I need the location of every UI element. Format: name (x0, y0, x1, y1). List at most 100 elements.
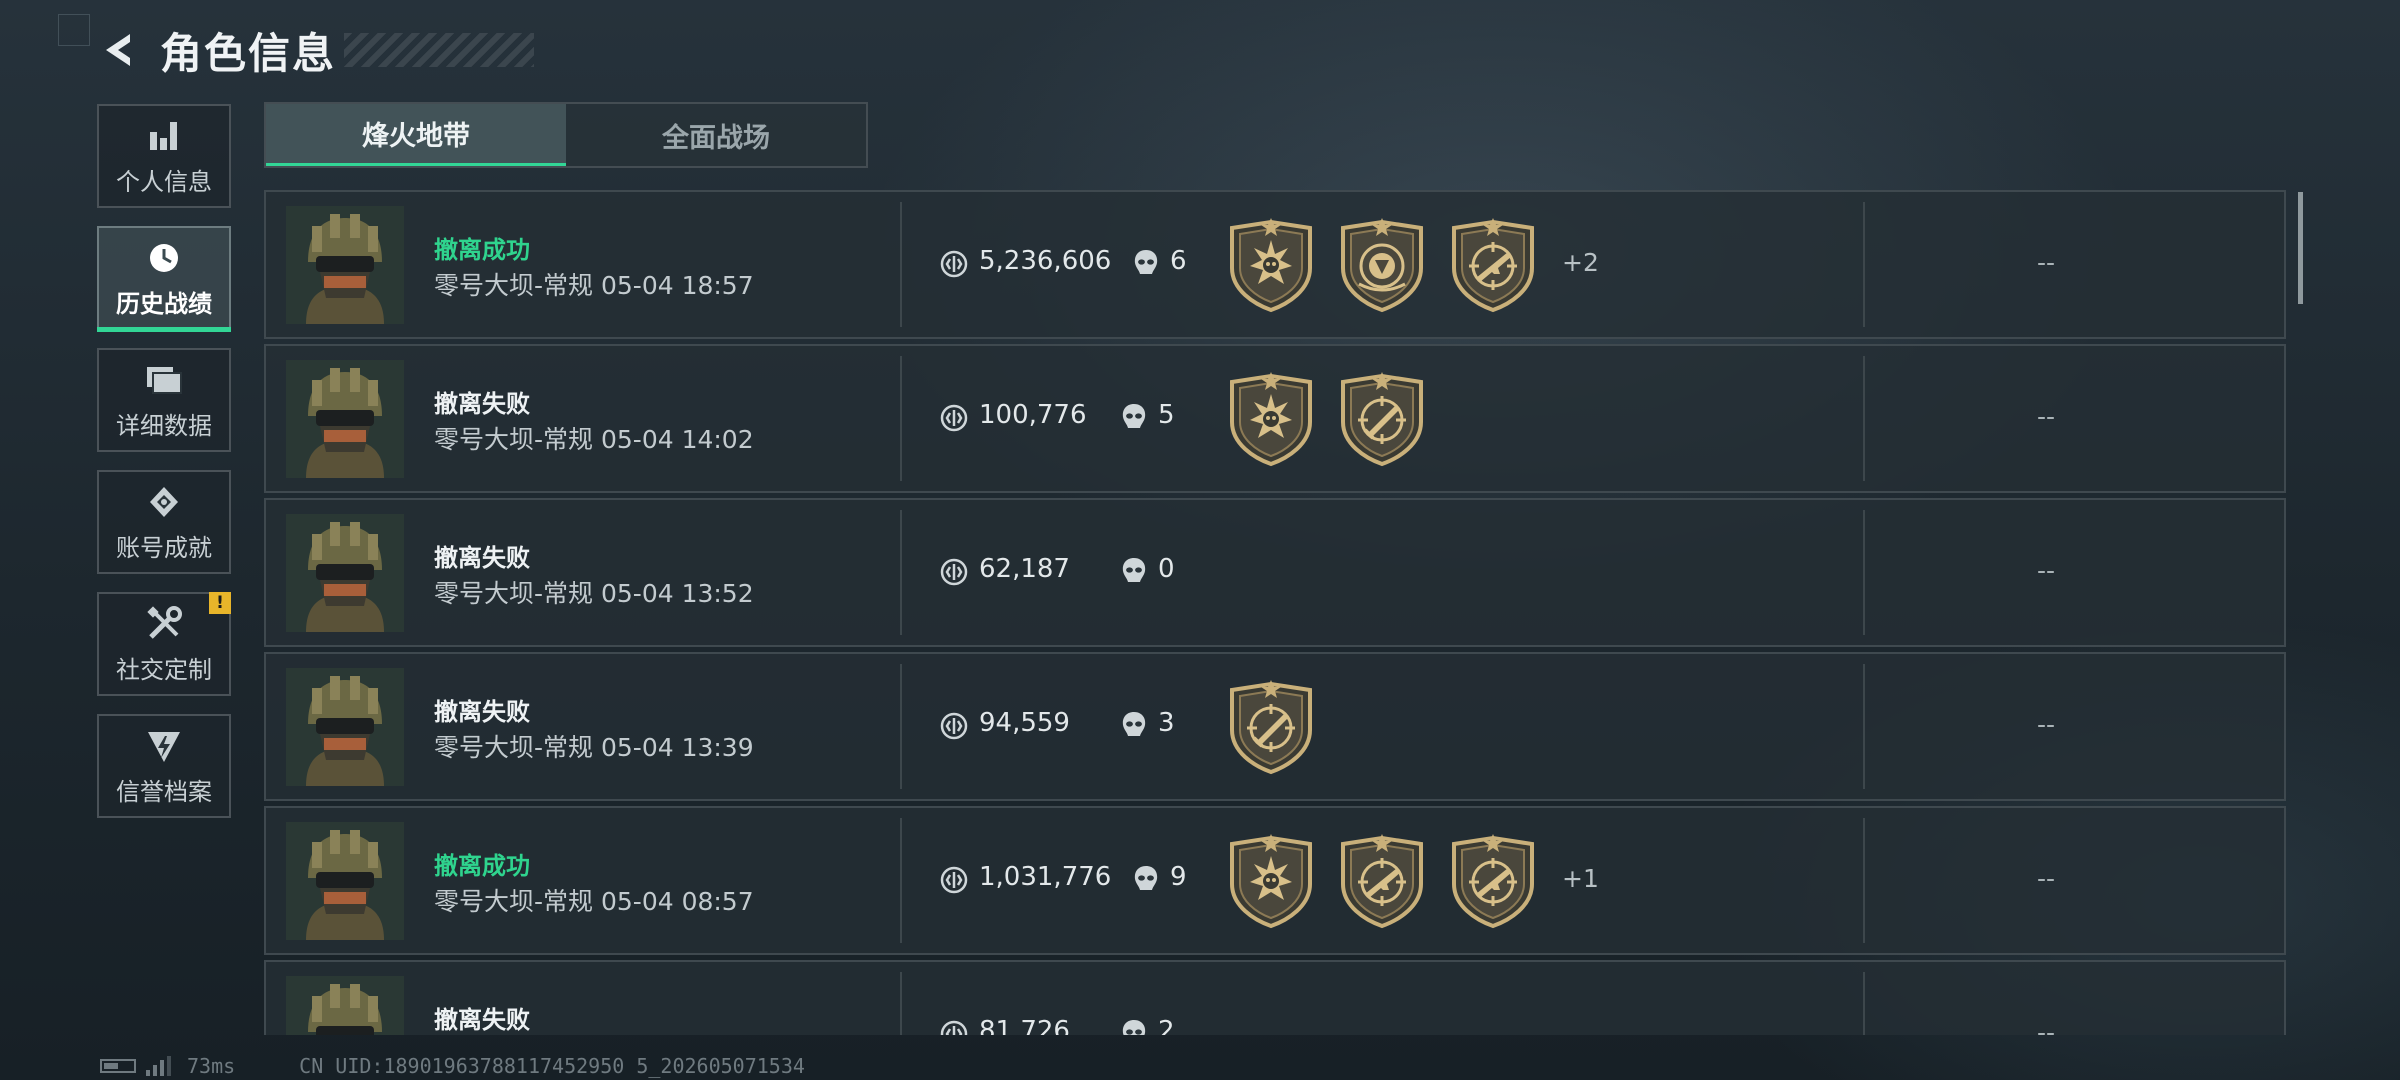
alert-badge: ! (209, 592, 231, 614)
row-divider (900, 510, 902, 635)
knife-target-medal-icon[interactable] (1226, 680, 1316, 776)
kill-count: 3 (1158, 708, 1175, 738)
bar-chart-icon (144, 116, 184, 156)
currency-icon (939, 403, 969, 433)
kill-count: 5 (1158, 400, 1175, 430)
currency-icon (939, 249, 969, 279)
sidebar-item-label: 个人信息 (116, 167, 212, 196)
sidebar-item-label: 账号成就 (116, 533, 212, 562)
operator-avatar (286, 360, 404, 478)
page-header: 角色信息 (96, 18, 535, 82)
match-detail: 零号大坝-常规 05-04 14:02 (434, 420, 754, 456)
status-footer: 73ms CN UID:18901963788117452950 5_20260… (100, 1054, 805, 1078)
match-row[interactable]: 撤离失败 零号大坝-常规 05-04 14:02 100,776 5 -- (264, 344, 2286, 493)
row-divider (900, 356, 902, 481)
currency-icon (939, 865, 969, 895)
sun-skull-medal-icon[interactable] (1226, 218, 1316, 314)
round-emblem-medal-icon[interactable] (1337, 218, 1427, 314)
map-name: 零号大坝-常规 (434, 733, 594, 762)
sidebar-item-label: 详细数据 (116, 411, 212, 440)
tools-icon (144, 604, 184, 644)
sidebar-item-3[interactable]: 账号成就 (97, 470, 231, 574)
back-arrow-icon (106, 34, 130, 66)
rifle-target-medal-icon[interactable] (1448, 834, 1538, 930)
corner-decoration (58, 14, 90, 46)
extraction-status: 撤离成功 (434, 852, 530, 880)
sidebar-item-label: 历史战绩 (116, 289, 212, 318)
skull-icon (1132, 864, 1160, 894)
more-medals-count[interactable]: +1 (1562, 864, 1599, 893)
operator-avatar (286, 822, 404, 940)
match-row[interactable]: 撤离失败 81,726 2 -- (264, 960, 2286, 1035)
kill-count: 2 (1158, 1016, 1175, 1035)
match-detail: 零号大坝-常规 05-04 13:39 (434, 728, 754, 764)
operator-avatar (286, 514, 404, 632)
ping-text: 73ms (187, 1054, 236, 1078)
match-time: 05-04 18:57 (600, 271, 754, 300)
sidebar-item-5[interactable]: 信誉档案 (97, 714, 231, 818)
loot-value: 62,187 (979, 554, 1070, 584)
sidebar-item-label: 信誉档案 (116, 777, 212, 806)
row-divider (900, 664, 902, 789)
loot-value: 1,031,776 (979, 862, 1112, 892)
diamond-badge-icon (144, 482, 184, 522)
sidebar-item-4[interactable]: 社交定制! (97, 592, 231, 696)
kill-count: 9 (1170, 862, 1187, 892)
folder-icon (144, 360, 184, 400)
row-divider (900, 972, 902, 1035)
rating-value: -- (2037, 248, 2056, 277)
match-time: 05-04 13:39 (600, 733, 754, 762)
skull-icon (1132, 248, 1160, 278)
map-name: 零号大坝-常规 (434, 887, 594, 916)
rifle-target-medal-icon[interactable] (1337, 834, 1427, 930)
uid-text: CN UID:18901963788117452950 5_2026050715… (299, 1054, 805, 1078)
more-medals-count[interactable]: +2 (1562, 248, 1599, 277)
sidebar-item-1[interactable]: 历史战绩 (97, 226, 231, 332)
rating-value: -- (2037, 1018, 2056, 1035)
match-row[interactable]: 撤离成功 零号大坝-常规 05-04 08:57 1,031,776 9 +1 -- (264, 806, 2286, 955)
tab-fenghuo[interactable]: 烽火地带 (266, 104, 566, 166)
row-divider (1863, 356, 1865, 481)
loot-value: 100,776 (979, 400, 1087, 430)
scrollbar[interactable] (2298, 192, 2303, 304)
extraction-status: 撤离失败 (434, 544, 530, 572)
match-row[interactable]: 撤离失败 零号大坝-常规 05-04 13:39 94,559 3 -- (264, 652, 2286, 801)
row-divider (1863, 510, 1865, 635)
rating-value: -- (2037, 556, 2056, 585)
currency-icon (939, 1019, 969, 1035)
match-time: 05-04 13:52 (600, 579, 754, 608)
sun-skull-medal-icon[interactable] (1226, 372, 1316, 468)
extraction-status: 撤离失败 (434, 390, 530, 418)
shield-bolt-icon (144, 726, 184, 766)
match-detail: 零号大坝-常规 05-04 08:57 (434, 882, 754, 918)
skull-icon (1120, 710, 1148, 740)
operator-avatar (286, 976, 404, 1035)
row-divider (1863, 818, 1865, 943)
rating-value: -- (2037, 864, 2056, 893)
row-divider (900, 202, 902, 327)
extraction-status: 撤离成功 (434, 236, 530, 264)
sidebar-item-2[interactable]: 详细数据 (97, 348, 231, 452)
sidebar-item-label: 社交定制 (116, 655, 212, 684)
mode-tabs: 烽火地带 全面战场 (264, 102, 868, 168)
loot-value: 5,236,606 (979, 246, 1112, 276)
loot-value: 81,726 (979, 1016, 1070, 1035)
kill-count: 6 (1170, 246, 1187, 276)
knife-target-medal-icon[interactable] (1337, 372, 1427, 468)
row-divider (1863, 202, 1865, 327)
row-divider (1863, 972, 1865, 1035)
match-detail: 零号大坝-常规 05-04 18:57 (434, 266, 754, 302)
skull-icon (1120, 1018, 1148, 1035)
sun-skull-medal-icon[interactable] (1226, 834, 1316, 930)
back-button[interactable] (96, 26, 144, 74)
match-history-list[interactable]: 撤离成功 零号大坝-常规 05-04 18:57 5,236,606 6 +2 -- 撤离失… (264, 190, 2286, 1035)
skull-icon (1120, 402, 1148, 432)
sidebar-item-0[interactable]: 个人信息 (97, 104, 231, 208)
tab-quanmian[interactable]: 全面战场 (566, 104, 866, 166)
match-row[interactable]: 撤离失败 零号大坝-常规 05-04 13:52 62,187 0 -- (264, 498, 2286, 647)
match-detail: 零号大坝-常规 05-04 13:52 (434, 574, 754, 610)
currency-icon (939, 557, 969, 587)
map-name: 零号大坝-常规 (434, 425, 594, 454)
match-row[interactable]: 撤离成功 零号大坝-常规 05-04 18:57 5,236,606 6 +2 -- (264, 190, 2286, 339)
rifle-target-medal-icon[interactable] (1448, 218, 1538, 314)
